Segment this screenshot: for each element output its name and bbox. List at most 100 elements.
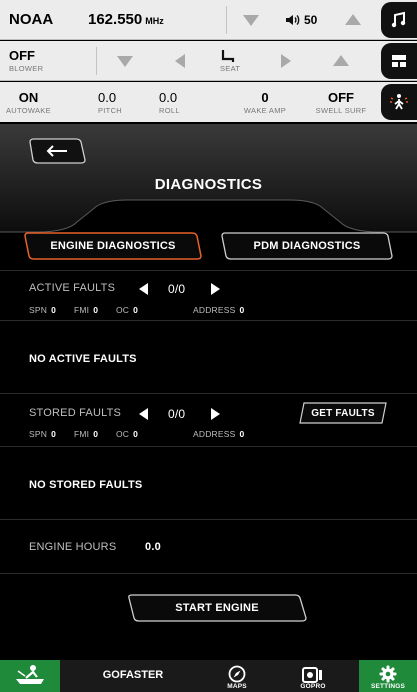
boat-rider-icon bbox=[16, 665, 44, 684]
get-faults-button[interactable]: GET FAULTS bbox=[298, 402, 388, 424]
autowake-value: ON bbox=[18, 89, 39, 105]
swell-surf-label: SWELL SURF bbox=[315, 105, 367, 115]
music-button[interactable] bbox=[381, 2, 417, 38]
seat-left-button[interactable] bbox=[175, 54, 185, 68]
nav-settings-label: SETTINGS bbox=[370, 683, 406, 690]
seat-right-button[interactable] bbox=[281, 54, 291, 68]
radio-source[interactable]: NOAA bbox=[9, 0, 53, 39]
pitch-status: 0.0 PITCH bbox=[98, 82, 122, 122]
oc-label: OC bbox=[116, 429, 130, 439]
volume-icon bbox=[286, 14, 300, 25]
nav-settings[interactable]: SETTINGS bbox=[359, 660, 417, 692]
seat-control: SEAT bbox=[220, 41, 240, 80]
stored-faults-label: STORED FAULTS bbox=[29, 407, 122, 419]
engine-hours-value: 0.0 bbox=[145, 541, 161, 553]
fmi-value: 0 bbox=[93, 305, 99, 315]
stored-faults-counter: 0/0 bbox=[168, 407, 186, 421]
frequency-unit: MHz bbox=[145, 15, 164, 26]
divider bbox=[226, 6, 227, 34]
volume-value: 50 bbox=[304, 12, 318, 27]
music-note-icon bbox=[391, 11, 406, 28]
active-faults-next-button[interactable] bbox=[211, 283, 220, 295]
roll-label: ROLL bbox=[159, 105, 180, 115]
wake-amp-status[interactable]: 0 WAKE AMP bbox=[235, 82, 295, 122]
divider bbox=[0, 519, 417, 520]
frequency-display: 162.550 MHz bbox=[88, 0, 164, 39]
volume-up-button[interactable] bbox=[345, 14, 361, 25]
seat-icon bbox=[221, 49, 235, 62]
layout-icon bbox=[392, 55, 406, 67]
autowake-status[interactable]: ON AUTOWAKE bbox=[6, 82, 51, 122]
stored-faults-prev-button[interactable] bbox=[139, 408, 148, 420]
tab-pdm-diagnostics[interactable]: PDM DIAGNOSTICS bbox=[221, 232, 393, 260]
maps-compass-icon bbox=[228, 665, 246, 683]
blower-bar: OFF BLOWER SEAT bbox=[0, 41, 417, 81]
roll-status: 0.0 ROLL bbox=[159, 82, 180, 122]
wake-button[interactable] bbox=[381, 84, 417, 120]
blower-up-button[interactable] bbox=[333, 55, 349, 66]
address-label: ADDRESS bbox=[193, 429, 236, 439]
nav-gofaster-label: GOFASTER bbox=[102, 669, 164, 681]
blower-down-button[interactable] bbox=[117, 56, 133, 67]
wake-amp-value: 0 bbox=[261, 89, 269, 105]
no-stored-faults-message: NO STORED FAULTS bbox=[29, 479, 143, 491]
pitch-label: PITCH bbox=[98, 105, 122, 115]
layout-button[interactable] bbox=[381, 43, 417, 79]
wake-amp-label: WAKE AMP bbox=[243, 105, 287, 115]
swell-surf-status[interactable]: OFF SWELL SURF bbox=[309, 82, 373, 122]
divider bbox=[96, 47, 97, 75]
nav-boat-rider[interactable] bbox=[0, 660, 60, 692]
active-oc: OC 0 bbox=[116, 305, 138, 315]
start-engine-label: START ENGINE bbox=[175, 602, 259, 614]
stored-address: ADDRESS 0 bbox=[193, 429, 244, 439]
nav-maps[interactable]: MAPS bbox=[212, 660, 262, 692]
volume-down-button[interactable] bbox=[243, 15, 259, 26]
oc-label: OC bbox=[116, 305, 130, 315]
nav-gopro-label: GOPRO bbox=[300, 683, 326, 690]
pitch-value: 0.0 bbox=[98, 89, 117, 105]
stored-spn: SPN 0 bbox=[29, 429, 56, 439]
active-spn: SPN 0 bbox=[29, 305, 56, 315]
stored-faults-next-button[interactable] bbox=[211, 408, 220, 420]
stored-fmi: FMI 0 bbox=[74, 429, 98, 439]
spn-value: 0 bbox=[51, 305, 57, 315]
blower-control[interactable]: OFF BLOWER bbox=[9, 41, 43, 80]
blower-label: BLOWER bbox=[9, 64, 44, 73]
radio-bar: NOAA 162.550 MHz 50 bbox=[0, 0, 417, 40]
nav-gopro[interactable]: GOPRO bbox=[288, 660, 338, 692]
active-faults-label: ACTIVE FAULTS bbox=[29, 282, 116, 294]
radio-source-label: NOAA bbox=[9, 11, 54, 28]
active-address: ADDRESS 0 bbox=[193, 305, 244, 315]
volume-display: 50 bbox=[285, 0, 317, 39]
stored-oc: OC 0 bbox=[116, 429, 138, 439]
active-faults-prev-button[interactable] bbox=[139, 283, 148, 295]
roll-value: 0.0 bbox=[159, 89, 178, 105]
nav-maps-label: MAPS bbox=[227, 683, 247, 690]
engine-hours-label: ENGINE HOURS bbox=[29, 541, 117, 553]
no-active-faults-message: NO ACTIVE FAULTS bbox=[29, 353, 137, 365]
spn-label: SPN bbox=[29, 305, 48, 315]
nav-gofaster[interactable]: GOFASTER bbox=[60, 660, 206, 692]
active-faults-counter: 0/0 bbox=[168, 282, 186, 296]
address-value: 0 bbox=[239, 429, 245, 439]
tab-engine-label: ENGINE DIAGNOSTICS bbox=[50, 240, 176, 252]
back-button[interactable] bbox=[28, 138, 86, 164]
address-label: ADDRESS bbox=[193, 305, 236, 315]
fmi-label: FMI bbox=[74, 429, 90, 439]
get-faults-label: GET FAULTS bbox=[311, 407, 375, 419]
divider bbox=[0, 270, 417, 271]
autowake-label: AUTOWAKE bbox=[6, 105, 51, 115]
tab-pdm-label: PDM DIAGNOSTICS bbox=[253, 240, 361, 252]
tab-engine-diagnostics[interactable]: ENGINE DIAGNOSTICS bbox=[24, 232, 202, 260]
start-engine-button[interactable]: START ENGINE bbox=[127, 594, 307, 622]
oc-value: 0 bbox=[133, 305, 139, 315]
wake-person-icon bbox=[390, 94, 408, 110]
spn-label: SPN bbox=[29, 429, 48, 439]
frequency-value: 162.550 bbox=[88, 11, 143, 28]
fmi-label: FMI bbox=[74, 305, 90, 315]
fmi-value: 0 bbox=[93, 429, 99, 439]
camera-icon bbox=[302, 667, 322, 683]
gear-icon bbox=[379, 665, 397, 683]
active-fmi: FMI 0 bbox=[74, 305, 98, 315]
bottom-nav: GOFASTER MAPS GOPRO SETTINGS bbox=[0, 660, 417, 692]
